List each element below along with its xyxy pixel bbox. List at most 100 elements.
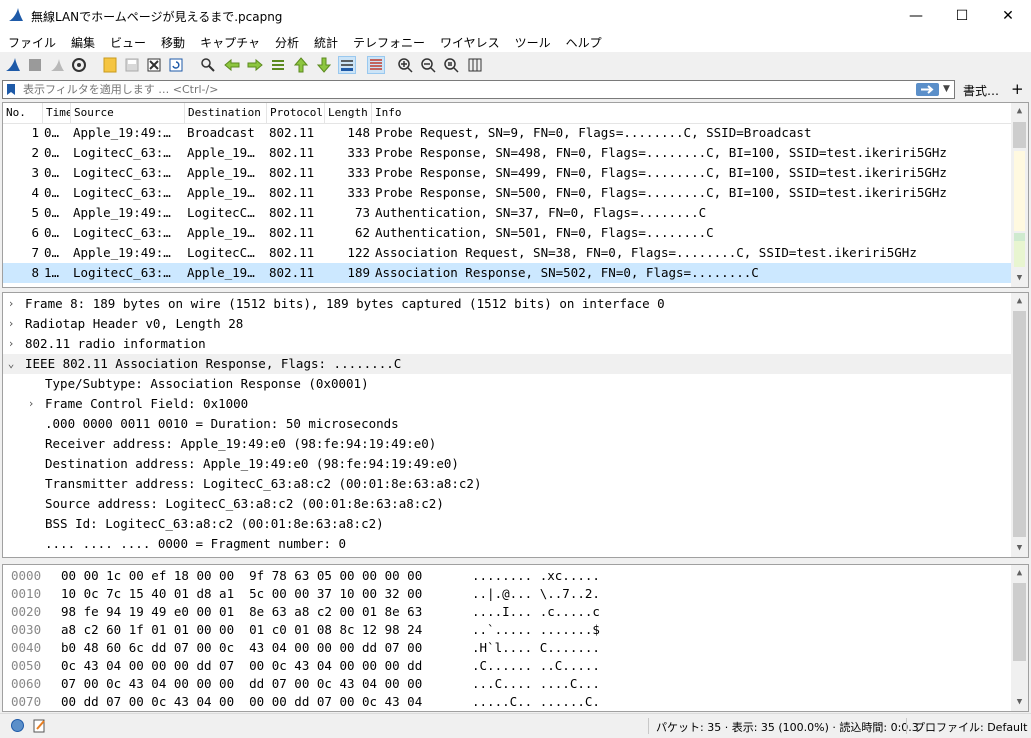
- expert-info-icon[interactable]: [10, 718, 25, 733]
- start-capture-button[interactable]: [4, 56, 22, 74]
- hex-ascii[interactable]: ....I... .c.....c: [472, 603, 600, 621]
- menu-item[interactable]: 移動: [153, 32, 192, 52]
- table-row[interactable]: 1 0… Apple_19:49:… Broadcast 802.11 148 Probe …: [3, 123, 1013, 143]
- menu-item[interactable]: キャプチャ: [192, 32, 267, 52]
- scroll-thumb[interactable]: [1013, 122, 1026, 148]
- resize-columns-button[interactable]: [466, 56, 484, 74]
- profile-status[interactable]: プロファイル: Default: [914, 719, 1027, 735]
- bytes-scrollbar[interactable]: ▲ ▼: [1011, 565, 1028, 711]
- table-row[interactable]: 7 0… Apple_19:49:… LogitecC… 802.11 122 Associ…: [3, 243, 1013, 263]
- scroll-down-icon[interactable]: ▼: [1011, 694, 1028, 711]
- menu-item[interactable]: ファイル: [0, 32, 63, 52]
- column-header[interactable]: Info: [372, 103, 1013, 123]
- close-file-button[interactable]: [145, 56, 163, 74]
- hex-bytes[interactable]: b0 48 60 6c dd 07 00 0c 43 04 00 00 00 d…: [61, 639, 422, 657]
- scroll-up-icon[interactable]: ▲: [1011, 103, 1028, 120]
- scroll-thumb[interactable]: [1013, 583, 1026, 661]
- capture-comment-icon[interactable]: [32, 718, 47, 733]
- autoscroll-button[interactable]: [338, 56, 356, 74]
- open-file-button[interactable]: [101, 56, 119, 74]
- column-header[interactable]: Protocol: [267, 103, 325, 123]
- hex-ascii[interactable]: ..|.@... \..7..2.: [472, 585, 600, 603]
- table-row[interactable]: 5 0… Apple_19:49:… LogitecC… 802.11 73 Authent…: [3, 203, 1013, 223]
- menu-item[interactable]: 編集: [63, 32, 102, 52]
- zoom-in-button[interactable]: [396, 56, 414, 74]
- zoom-reset-button[interactable]: [442, 56, 460, 74]
- apply-filter-button[interactable]: [916, 83, 939, 96]
- tree-item[interactable]: › Radiotap Header v0, Length 28: [3, 314, 1013, 334]
- menu-item[interactable]: ツール: [507, 32, 558, 52]
- scroll-up-icon[interactable]: ▲: [1011, 565, 1028, 582]
- hex-ascii[interactable]: .....C.. ......C.: [472, 693, 600, 711]
- go-back-button[interactable]: [223, 56, 241, 74]
- hex-bytes[interactable]: 10 0c 7c 15 40 01 d8 a1 5c 00 00 37 10 0…: [61, 585, 422, 603]
- scroll-up-icon[interactable]: ▲: [1011, 293, 1028, 310]
- colorize-button[interactable]: [367, 56, 385, 74]
- save-file-button[interactable]: [123, 56, 141, 74]
- expressions-button[interactable]: 書式…: [963, 82, 999, 99]
- packet-list-scrollbar[interactable]: ▲ ▼: [1011, 103, 1028, 287]
- hex-ascii[interactable]: ...C.... ....C...: [472, 675, 600, 693]
- restart-capture-button[interactable]: [48, 56, 66, 74]
- menu-item[interactable]: 分析: [267, 32, 306, 52]
- column-header[interactable]: Length: [325, 103, 372, 123]
- table-row[interactable]: 2 0… LogitecC_63:… Apple_19… 802.11 333 Probe …: [3, 143, 1013, 163]
- tree-item[interactable]: .000 0000 0011 0010 = Duration: 50 micro…: [3, 414, 1013, 434]
- column-header[interactable]: Source: [71, 103, 185, 123]
- hex-bytes[interactable]: 07 00 0c 43 04 00 00 00 dd 07 00 0c 43 0…: [61, 675, 422, 693]
- tree-item[interactable]: Source address: LogitecC_63:a8:c2 (00:01…: [3, 494, 1013, 514]
- capture-options-button[interactable]: [70, 56, 88, 74]
- stop-capture-button[interactable]: [26, 56, 44, 74]
- maximize-button[interactable]: ☐: [939, 0, 985, 32]
- go-forward-button[interactable]: [246, 56, 264, 74]
- add-filter-button[interactable]: +: [1011, 80, 1024, 98]
- chevron-down-icon[interactable]: ▼: [943, 84, 950, 94]
- details-scrollbar[interactable]: ▲ ▼: [1011, 293, 1028, 557]
- hex-bytes[interactable]: 0c 43 04 00 00 00 dd 07 00 0c 43 04 00 0…: [61, 657, 422, 675]
- hex-ascii[interactable]: ..`..... .......$: [472, 621, 600, 639]
- scroll-down-icon[interactable]: ▼: [1011, 540, 1028, 557]
- table-row[interactable]: 8 1… LogitecC_63:… Apple_19… 802.11 189 Associ…: [3, 263, 1013, 283]
- column-header[interactable]: No.: [3, 103, 43, 123]
- tree-item[interactable]: Destination address: Apple_19:49:e0 (98:…: [3, 454, 1013, 474]
- first-packet-button[interactable]: [292, 56, 310, 74]
- hex-bytes[interactable]: 98 fe 94 19 49 e0 00 01 8e 63 a8 c2 00 0…: [61, 603, 422, 621]
- menu-item[interactable]: ワイヤレス: [432, 32, 507, 52]
- chevron-down-icon[interactable]: ⌄: [5, 354, 17, 374]
- tree-item[interactable]: › Frame Control Field: 0x1000: [3, 394, 1013, 414]
- hex-bytes[interactable]: a8 c2 60 1f 01 01 00 00 01 c0 01 08 8c 1…: [61, 621, 422, 639]
- menu-item[interactable]: ヘルプ: [558, 32, 609, 52]
- go-to-packet-button[interactable]: [269, 56, 287, 74]
- tree-item[interactable]: › 802.11 radio information: [3, 334, 1013, 354]
- minimize-button[interactable]: —: [893, 0, 939, 32]
- menu-item[interactable]: 統計: [306, 32, 345, 52]
- tree-item[interactable]: Type/Subtype: Association Response (0x00…: [3, 374, 1013, 394]
- hex-bytes[interactable]: 00 dd 07 00 0c 43 04 00 00 00 dd 07 00 0…: [61, 693, 422, 711]
- tree-item[interactable]: › Frame 8: 189 bytes on wire (1512 bits),…: [3, 294, 1013, 314]
- find-packet-button[interactable]: [199, 56, 217, 74]
- tree-item[interactable]: Transmitter address: LogitecC_63:a8:c2 (…: [3, 474, 1013, 494]
- tree-item[interactable]: .... .... .... 0000 = Fragment number: 0: [3, 534, 1013, 554]
- menu-item[interactable]: テレフォニー: [345, 32, 432, 52]
- last-packet-button[interactable]: [315, 56, 333, 74]
- menu-item[interactable]: ビュー: [102, 32, 153, 52]
- chevron-right-icon[interactable]: ›: [5, 294, 17, 314]
- hex-ascii[interactable]: ........ .xc.....: [472, 567, 600, 585]
- scroll-thumb[interactable]: [1013, 311, 1026, 537]
- table-row[interactable]: 3 0… LogitecC_63:… Apple_19… 802.11 333 Probe …: [3, 163, 1013, 183]
- chevron-right-icon[interactable]: ›: [5, 334, 17, 354]
- bookmark-icon[interactable]: [6, 83, 16, 96]
- hex-bytes[interactable]: 00 00 1c 00 ef 18 00 00 9f 78 63 05 00 0…: [61, 567, 422, 585]
- table-row[interactable]: 6 0… LogitecC_63:… Apple_19… 802.11 62 Authent…: [3, 223, 1013, 243]
- tree-item[interactable]: Receiver address: Apple_19:49:e0 (98:fe:…: [3, 434, 1013, 454]
- close-button[interactable]: ✕: [985, 0, 1031, 32]
- reload-file-button[interactable]: [167, 56, 185, 74]
- tree-item[interactable]: BSS Id: LogitecC_63:a8:c2 (00:01:8e:63:a…: [3, 514, 1013, 534]
- scroll-down-icon[interactable]: ▼: [1011, 270, 1028, 287]
- chevron-right-icon[interactable]: ›: [5, 314, 17, 334]
- column-header[interactable]: Destination: [185, 103, 267, 123]
- hex-ascii[interactable]: .H`l.... C.......: [472, 639, 600, 657]
- table-row[interactable]: 4 0… LogitecC_63:… Apple_19… 802.11 333 Probe …: [3, 183, 1013, 203]
- chevron-right-icon[interactable]: ›: [25, 394, 37, 414]
- zoom-out-button[interactable]: [419, 56, 437, 74]
